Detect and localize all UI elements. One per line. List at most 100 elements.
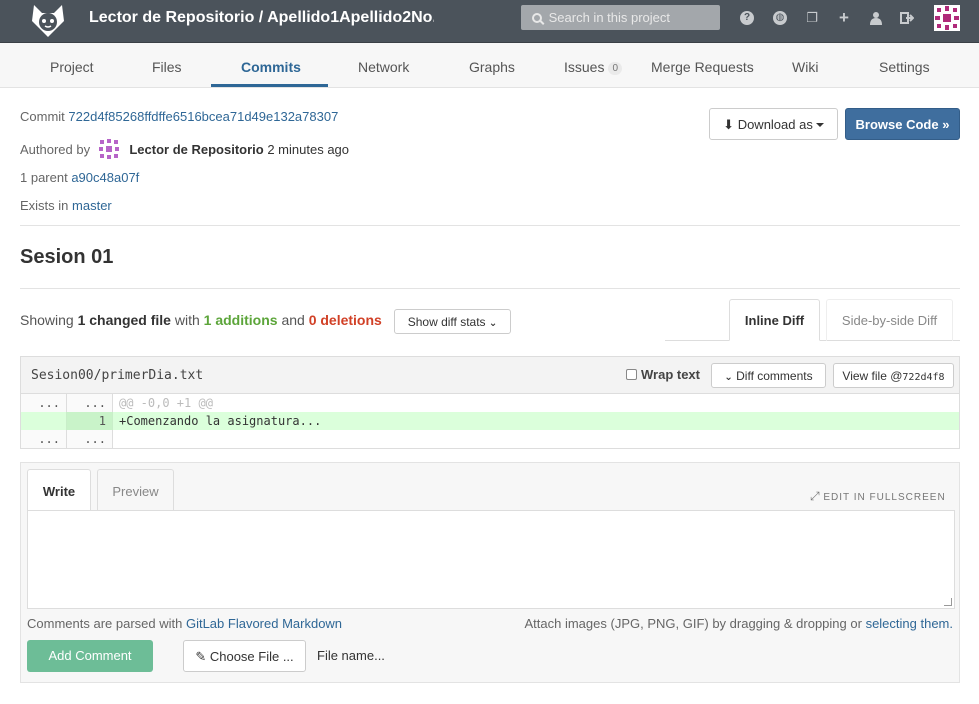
download-icon: ⬇ — [723, 117, 735, 132]
new-line-number[interactable]: ... — [67, 394, 113, 412]
markdown-hint: Comments are parsed with GitLab Flavored… — [27, 616, 342, 631]
commit-time: 2 minutes ago — [267, 142, 350, 157]
fullscreen-label: EDIT IN FULLSCREEN — [823, 492, 946, 503]
additions-count: 1 additions — [203, 312, 278, 328]
comment-textarea[interactable] — [27, 510, 955, 609]
attach-hint-text: Attach images (JPG, PNG, GIF) by draggin… — [524, 616, 862, 631]
authored-label: Authored by — [20, 142, 91, 157]
tab-network[interactable]: Network — [358, 59, 409, 75]
project-nav: Project Files Commits Network Graphs Iss… — [0, 43, 979, 88]
top-header: Lector de Repositorio / Apellido1Apellid… — [0, 0, 979, 43]
gitlab-logo-icon[interactable] — [30, 3, 66, 39]
tab-graphs[interactable]: Graphs — [469, 59, 515, 75]
chevron-down-icon: ⌄ — [488, 318, 498, 329]
globe-icon[interactable]: ◍ — [773, 11, 787, 25]
commit-sha-line: Commit 722d4f85268ffdffe6516bcea71d49e13… — [20, 109, 338, 124]
edit-fullscreen-link[interactable]: ⤢ EDIT IN FULLSCREEN — [810, 489, 946, 504]
tab-merge-requests[interactable]: Merge Requests — [651, 59, 754, 75]
project-title[interactable]: Lector de Repositorio / Apellido1Apellid… — [89, 9, 434, 27]
choose-file-label: Choose File ... — [209, 649, 294, 664]
tab-inline-diff[interactable]: Inline Diff — [729, 299, 820, 341]
view-file-sha: 722d4f8 — [902, 372, 945, 383]
file-path: Sesion00/primerDia.txt — [31, 368, 204, 383]
search-icon — [532, 13, 542, 23]
help-icon[interactable]: ? — [740, 11, 754, 25]
diff-comments-button[interactable]: ⌄ Diff comments — [711, 363, 826, 388]
attach-hint: Attach images (JPG, PNG, GIF) by draggin… — [525, 616, 954, 631]
author-avatar[interactable] — [98, 138, 120, 160]
tab-preview[interactable]: Preview — [97, 469, 174, 511]
parent-label: 1 parent — [20, 170, 68, 185]
markdown-hint-text: Comments are parsed with — [27, 616, 183, 631]
tab-write[interactable]: Write — [27, 469, 91, 511]
exists-label: Exists in — [20, 198, 69, 213]
diff-code: @@ -0,0 +1 @@ — [119, 396, 213, 410]
user-icon[interactable] — [869, 11, 883, 25]
diff-comments-label: Diff comments — [736, 369, 813, 383]
new-line-number[interactable]: 1 — [67, 412, 113, 430]
diff-line-added: 1 +Comenzando la asignatura... — [21, 412, 959, 430]
choose-file-button[interactable]: ✎ Choose File ... — [183, 640, 306, 672]
file-header: Sesion00/primerDia.txt Wrap text ⌄ Diff … — [21, 357, 959, 394]
signout-icon[interactable] — [900, 11, 915, 25]
file-name-label: File name... — [317, 648, 385, 663]
chevron-down-icon: ⌄ — [724, 372, 733, 383]
diff-line-context: ... ... — [21, 430, 959, 448]
diff-line-hunk: ... ... @@ -0,0 +1 @@ — [21, 394, 959, 412]
comment-form: Write Preview ⤢ EDIT IN FULLSCREEN Comme… — [20, 462, 960, 683]
tab-commits[interactable]: Commits — [241, 59, 301, 75]
tab-settings[interactable]: Settings — [879, 59, 930, 75]
tab-project[interactable]: Project — [50, 59, 94, 75]
wrap-text-checkbox[interactable] — [626, 369, 637, 380]
tab-wiki[interactable]: Wiki — [792, 59, 818, 75]
old-line-number[interactable] — [21, 412, 67, 430]
download-as-button[interactable]: ⬇ Download as — [709, 108, 838, 140]
commit-sha-link[interactable]: 722d4f85268ffdffe6516bcea71d49e132a78307 — [68, 109, 338, 124]
browse-code-button[interactable]: Browse Code » — [845, 108, 960, 140]
tab-side-by-side-diff[interactable]: Side-by-side Diff — [826, 299, 953, 341]
wrap-text-toggle[interactable]: Wrap text — [626, 367, 700, 382]
download-label: Download as — [737, 117, 813, 132]
divider — [20, 288, 960, 289]
branch-line: Exists in master — [20, 198, 112, 213]
with-label: with — [174, 312, 200, 328]
paperclip-icon: ✎ — [195, 649, 207, 664]
author-name[interactable]: Lector de Repositorio — [129, 142, 263, 157]
show-diff-stats-button[interactable]: Show diff stats ⌄ — [394, 309, 511, 334]
search-placeholder: Search in this project — [548, 10, 671, 25]
tab-issues-label: Issues — [564, 59, 605, 75]
new-line-number[interactable]: ... — [67, 430, 113, 448]
deletions-count: 0 deletions — [308, 312, 382, 328]
add-comment-button[interactable]: Add Comment — [27, 640, 153, 672]
branch-link[interactable]: master — [72, 198, 112, 213]
copy-icon[interactable]: ❐ — [805, 11, 819, 25]
markdown-link[interactable]: GitLab Flavored Markdown — [186, 616, 342, 631]
tab-files[interactable]: Files — [152, 59, 182, 75]
parent-line: 1 parent a90c48a07f — [20, 170, 139, 185]
chevron-down-icon — [815, 123, 824, 127]
resize-handle-icon[interactable] — [944, 598, 952, 606]
file-diff: Sesion00/primerDia.txt Wrap text ⌄ Diff … — [20, 356, 960, 449]
diff-code: +Comenzando la asignatura... — [119, 414, 322, 428]
show-diff-stats-label: Show diff stats — [407, 315, 486, 329]
showing-label: Showing — [20, 312, 74, 328]
old-line-number[interactable]: ... — [21, 430, 67, 448]
commit-title: Sesion 01 — [20, 246, 114, 268]
and-label: and — [281, 312, 305, 328]
active-tab-indicator — [211, 84, 328, 87]
plus-icon[interactable]: + — [837, 9, 851, 26]
tab-issues[interactable]: Issues 0 — [564, 59, 623, 75]
diff-stats-summary: Showing 1 changed file with 1 additions … — [20, 312, 382, 328]
select-files-link[interactable]: selecting them. — [866, 616, 953, 631]
old-line-number[interactable]: ... — [21, 394, 67, 412]
search-input[interactable]: Search in this project — [521, 5, 720, 30]
view-file-button[interactable]: View file @722d4f8 — [833, 363, 954, 388]
author-line: Authored by Lector de Repositorio 2 minu… — [20, 138, 349, 160]
divider — [20, 225, 960, 226]
commit-label: Commit — [20, 109, 65, 124]
view-file-label: View file @ — [842, 369, 903, 383]
changed-files-count: 1 changed file — [77, 312, 171, 328]
expand-icon: ⤢ — [810, 489, 820, 503]
parent-sha-link[interactable]: a90c48a07f — [71, 170, 139, 185]
user-avatar[interactable] — [934, 5, 960, 31]
